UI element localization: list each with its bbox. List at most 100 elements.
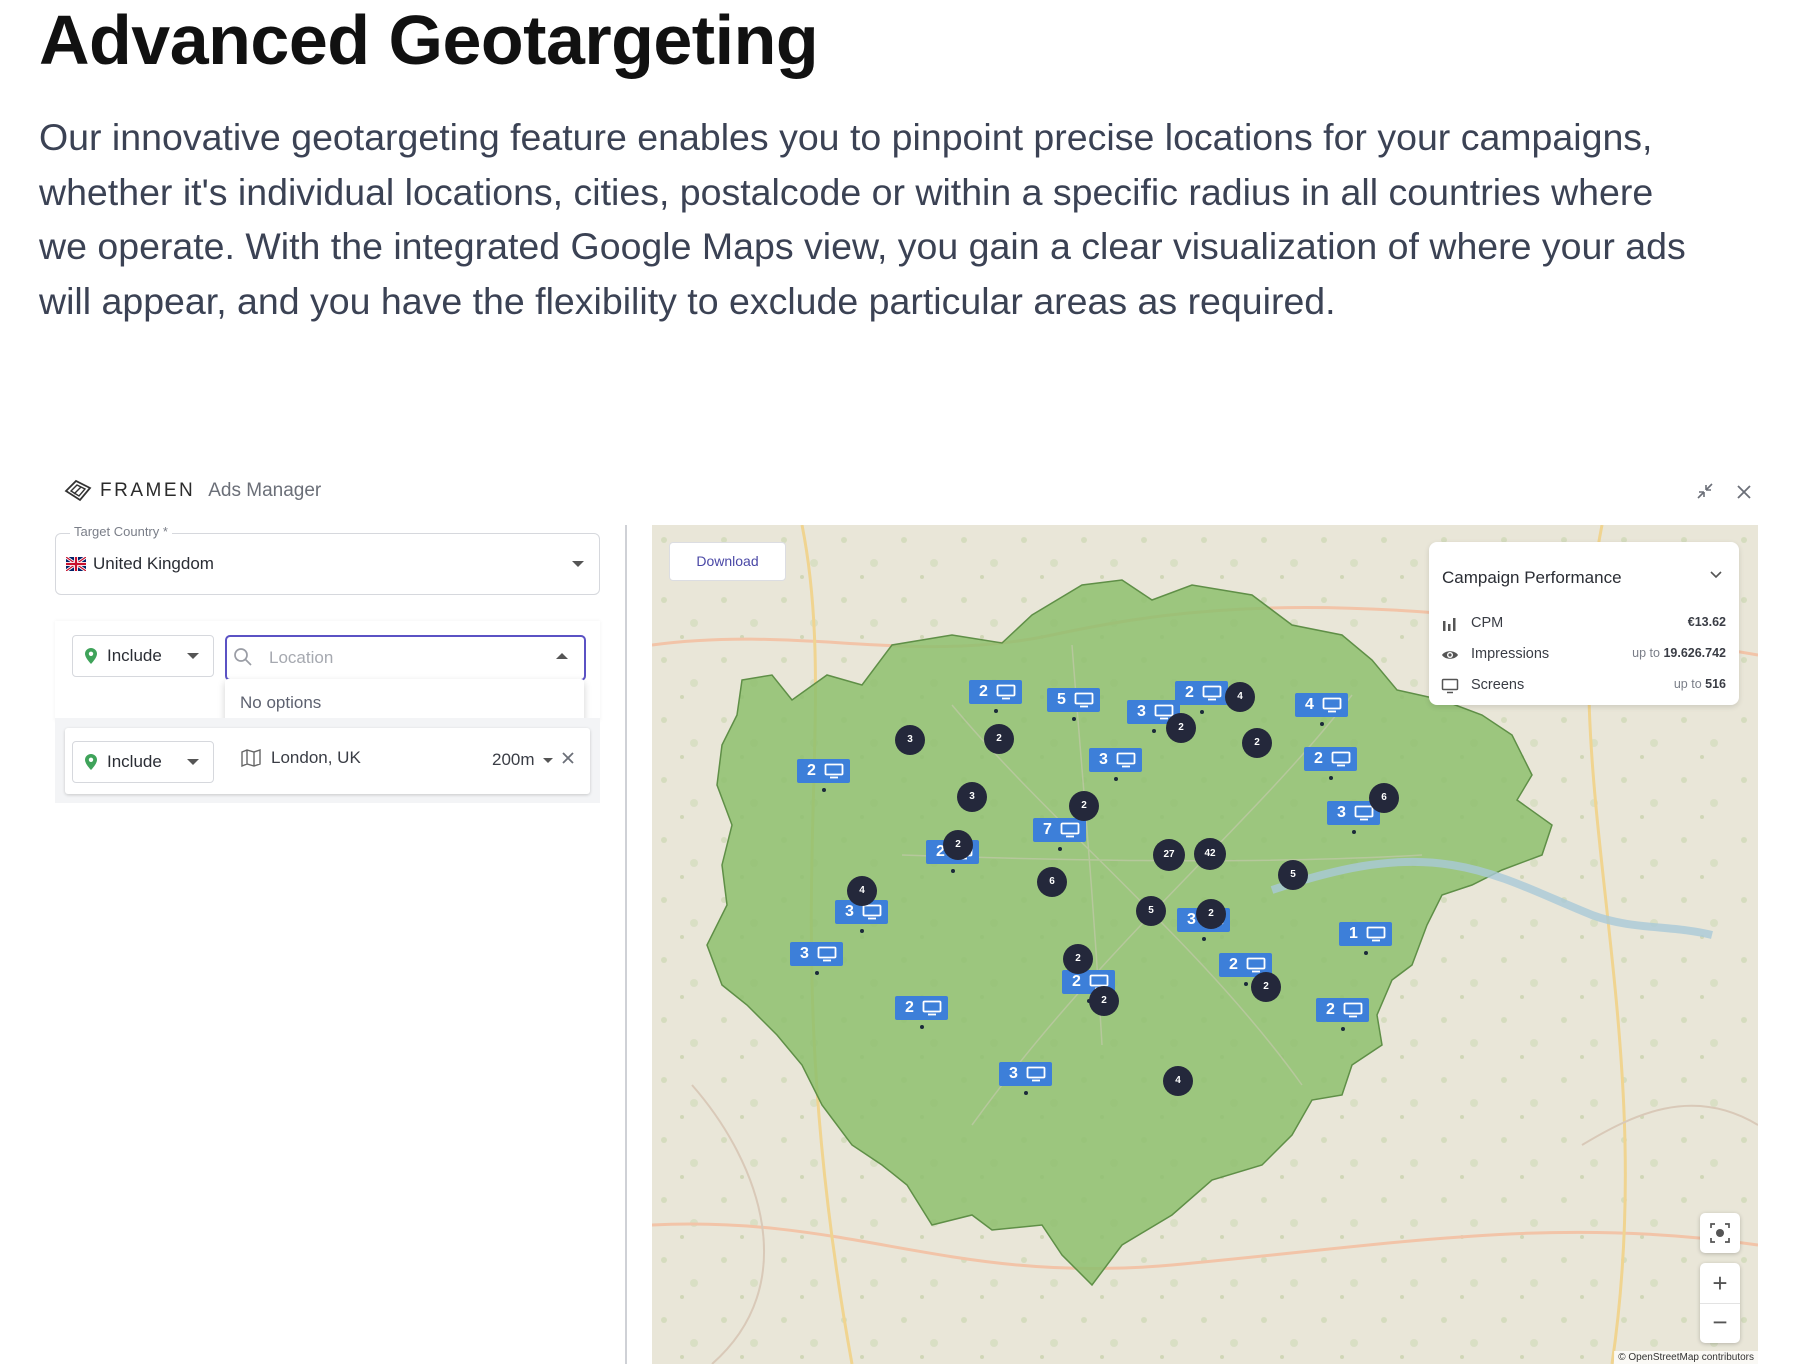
location-input[interactable]: [267, 645, 531, 671]
intro-line: whether it's individual locations, citie…: [39, 170, 1654, 213]
cluster-marker[interactable]: 4: [1163, 1066, 1193, 1096]
monitor-icon: [1066, 692, 1094, 708]
screen-marker[interactable]: 2: [1175, 681, 1228, 705]
intro-paragraph: Our innovative geotargeting feature enab…: [39, 110, 1759, 328]
screen-marker[interactable]: 7: [1033, 818, 1086, 842]
include-label: Include: [107, 646, 162, 665]
screen-marker[interactable]: 3: [1089, 748, 1142, 772]
marker-anchor: [951, 869, 955, 873]
map-attribution: © OpenStreetMap contributors: [1614, 1351, 1758, 1364]
cluster-marker[interactable]: 5: [1136, 896, 1166, 926]
screen-count: 4: [1305, 696, 1314, 713]
targeting-map[interactable]: 2 5 2 3 4 2 3 2 7 3 2 3 3 1 3 2 2 2 2 3 3 2 4 2 2 3 2 6 2 27 42 6 4 5 5 2 2 2…: [652, 525, 1758, 1364]
monitor-icon: [1335, 1002, 1363, 1018]
cluster-marker[interactable]: 3: [895, 725, 925, 755]
cluster-marker[interactable]: 2: [1196, 899, 1226, 929]
cluster-marker[interactable]: 42: [1194, 838, 1226, 870]
intro-line: Our innovative geotargeting feature enab…: [39, 116, 1653, 158]
zoom-out-button[interactable]: −: [1700, 1303, 1740, 1343]
screen-count: 3: [1009, 1065, 1018, 1082]
remove-location-button[interactable]: [561, 745, 575, 771]
screen-marker[interactable]: 2: [1304, 747, 1357, 771]
include-rule-2: Include London, UK 200m: [55, 718, 600, 803]
cluster-marker[interactable]: 2: [1089, 986, 1119, 1016]
chevron-down-icon: [187, 759, 199, 765]
chevron-down-icon: [542, 757, 553, 763]
screen-count: 3: [1099, 751, 1108, 768]
screen-count: 2: [1326, 1001, 1335, 1018]
cluster-marker[interactable]: 27: [1153, 839, 1185, 871]
radius-select[interactable]: 200m: [492, 750, 553, 770]
include-select[interactable]: Include: [72, 635, 214, 677]
close-icon[interactable]: [1731, 481, 1757, 507]
cpm-value: €13.62: [1687, 615, 1726, 629]
chevron-down-icon: [187, 653, 199, 659]
screen-count: 3: [800, 945, 809, 962]
marker-anchor: [860, 929, 864, 933]
cluster-marker[interactable]: 2: [1069, 791, 1099, 821]
screen-count: 2: [1185, 684, 1194, 701]
cluster-marker[interactable]: 2: [943, 830, 973, 860]
campaign-performance-panel: Campaign Performance CPM €13.62 Impressi…: [1429, 542, 1739, 705]
cluster-marker[interactable]: 2: [1063, 944, 1093, 974]
cluster-marker[interactable]: 6: [1369, 783, 1399, 813]
include-label: Include: [107, 752, 162, 771]
monitor-icon: [1194, 685, 1222, 701]
eye-icon: [1442, 651, 1458, 659]
location-search[interactable]: [225, 635, 586, 681]
chevron-down-icon[interactable]: [1709, 568, 1723, 582]
screen-marker[interactable]: 5: [1047, 688, 1100, 712]
cluster-marker[interactable]: 4: [1225, 682, 1255, 712]
recenter-button[interactable]: [1700, 1213, 1740, 1253]
marker-anchor: [1341, 1027, 1345, 1031]
screen-marker[interactable]: 2: [895, 996, 948, 1020]
screen-marker[interactable]: 3: [790, 942, 843, 966]
bar-chart-icon: [1443, 618, 1456, 631]
marker-anchor: [815, 971, 819, 975]
cluster-marker[interactable]: 2: [1166, 713, 1196, 743]
marker-anchor: [994, 709, 998, 713]
zoom-in-button[interactable]: +: [1700, 1263, 1740, 1303]
monitor-icon: [1358, 926, 1386, 942]
marker-anchor: [1244, 982, 1248, 986]
marker-anchor: [1058, 847, 1062, 851]
screen-marker[interactable]: 1: [1339, 922, 1392, 946]
target-country-select[interactable]: Target Country * United Kingdom: [55, 524, 600, 595]
screen-marker[interactable]: 3: [999, 1062, 1052, 1086]
chevron-up-icon[interactable]: [556, 653, 568, 659]
screen-marker[interactable]: 2: [969, 680, 1022, 704]
screen-marker[interactable]: 2: [797, 759, 850, 783]
screen-count: 2: [1314, 750, 1323, 767]
download-button[interactable]: Download: [669, 542, 786, 581]
screen-count: 1: [1349, 925, 1358, 942]
screen-marker[interactable]: 2: [1316, 998, 1369, 1022]
framen-logo-icon: [64, 479, 92, 502]
location-pin-icon: [85, 754, 97, 770]
collapse-icon[interactable]: [1692, 481, 1718, 507]
cluster-marker[interactable]: 2: [1242, 728, 1272, 758]
marker-anchor: [1072, 717, 1076, 721]
monitor-icon: [1052, 822, 1080, 838]
marker-anchor: [1152, 729, 1156, 733]
cluster-marker[interactable]: 5: [1278, 860, 1308, 890]
ads-manager-window: FRAMEN Ads Manager Target Country * Unit…: [0, 455, 1800, 1364]
monitor-icon: [1346, 805, 1374, 821]
cluster-marker[interactable]: 2: [984, 724, 1014, 754]
marker-anchor: [1202, 937, 1206, 941]
include-select[interactable]: Include: [72, 741, 214, 783]
cluster-marker[interactable]: 2: [1251, 972, 1281, 1002]
screens-value: up to 516: [1673, 677, 1726, 691]
marker-anchor: [1329, 776, 1333, 780]
location-name: London, UK: [271, 748, 361, 767]
marker-anchor: [1320, 722, 1324, 726]
screen-marker[interactable]: 4: [1295, 693, 1348, 717]
search-icon: [234, 648, 252, 666]
monitor-icon: [914, 1000, 942, 1016]
cluster-marker[interactable]: 4: [847, 876, 877, 906]
zoom-controls: + −: [1700, 1263, 1740, 1343]
monitor-icon: [809, 946, 837, 962]
cluster-marker[interactable]: 6: [1037, 867, 1067, 897]
marker-anchor: [1114, 777, 1118, 781]
marker-anchor: [1200, 710, 1204, 714]
cluster-marker[interactable]: 3: [957, 782, 987, 812]
